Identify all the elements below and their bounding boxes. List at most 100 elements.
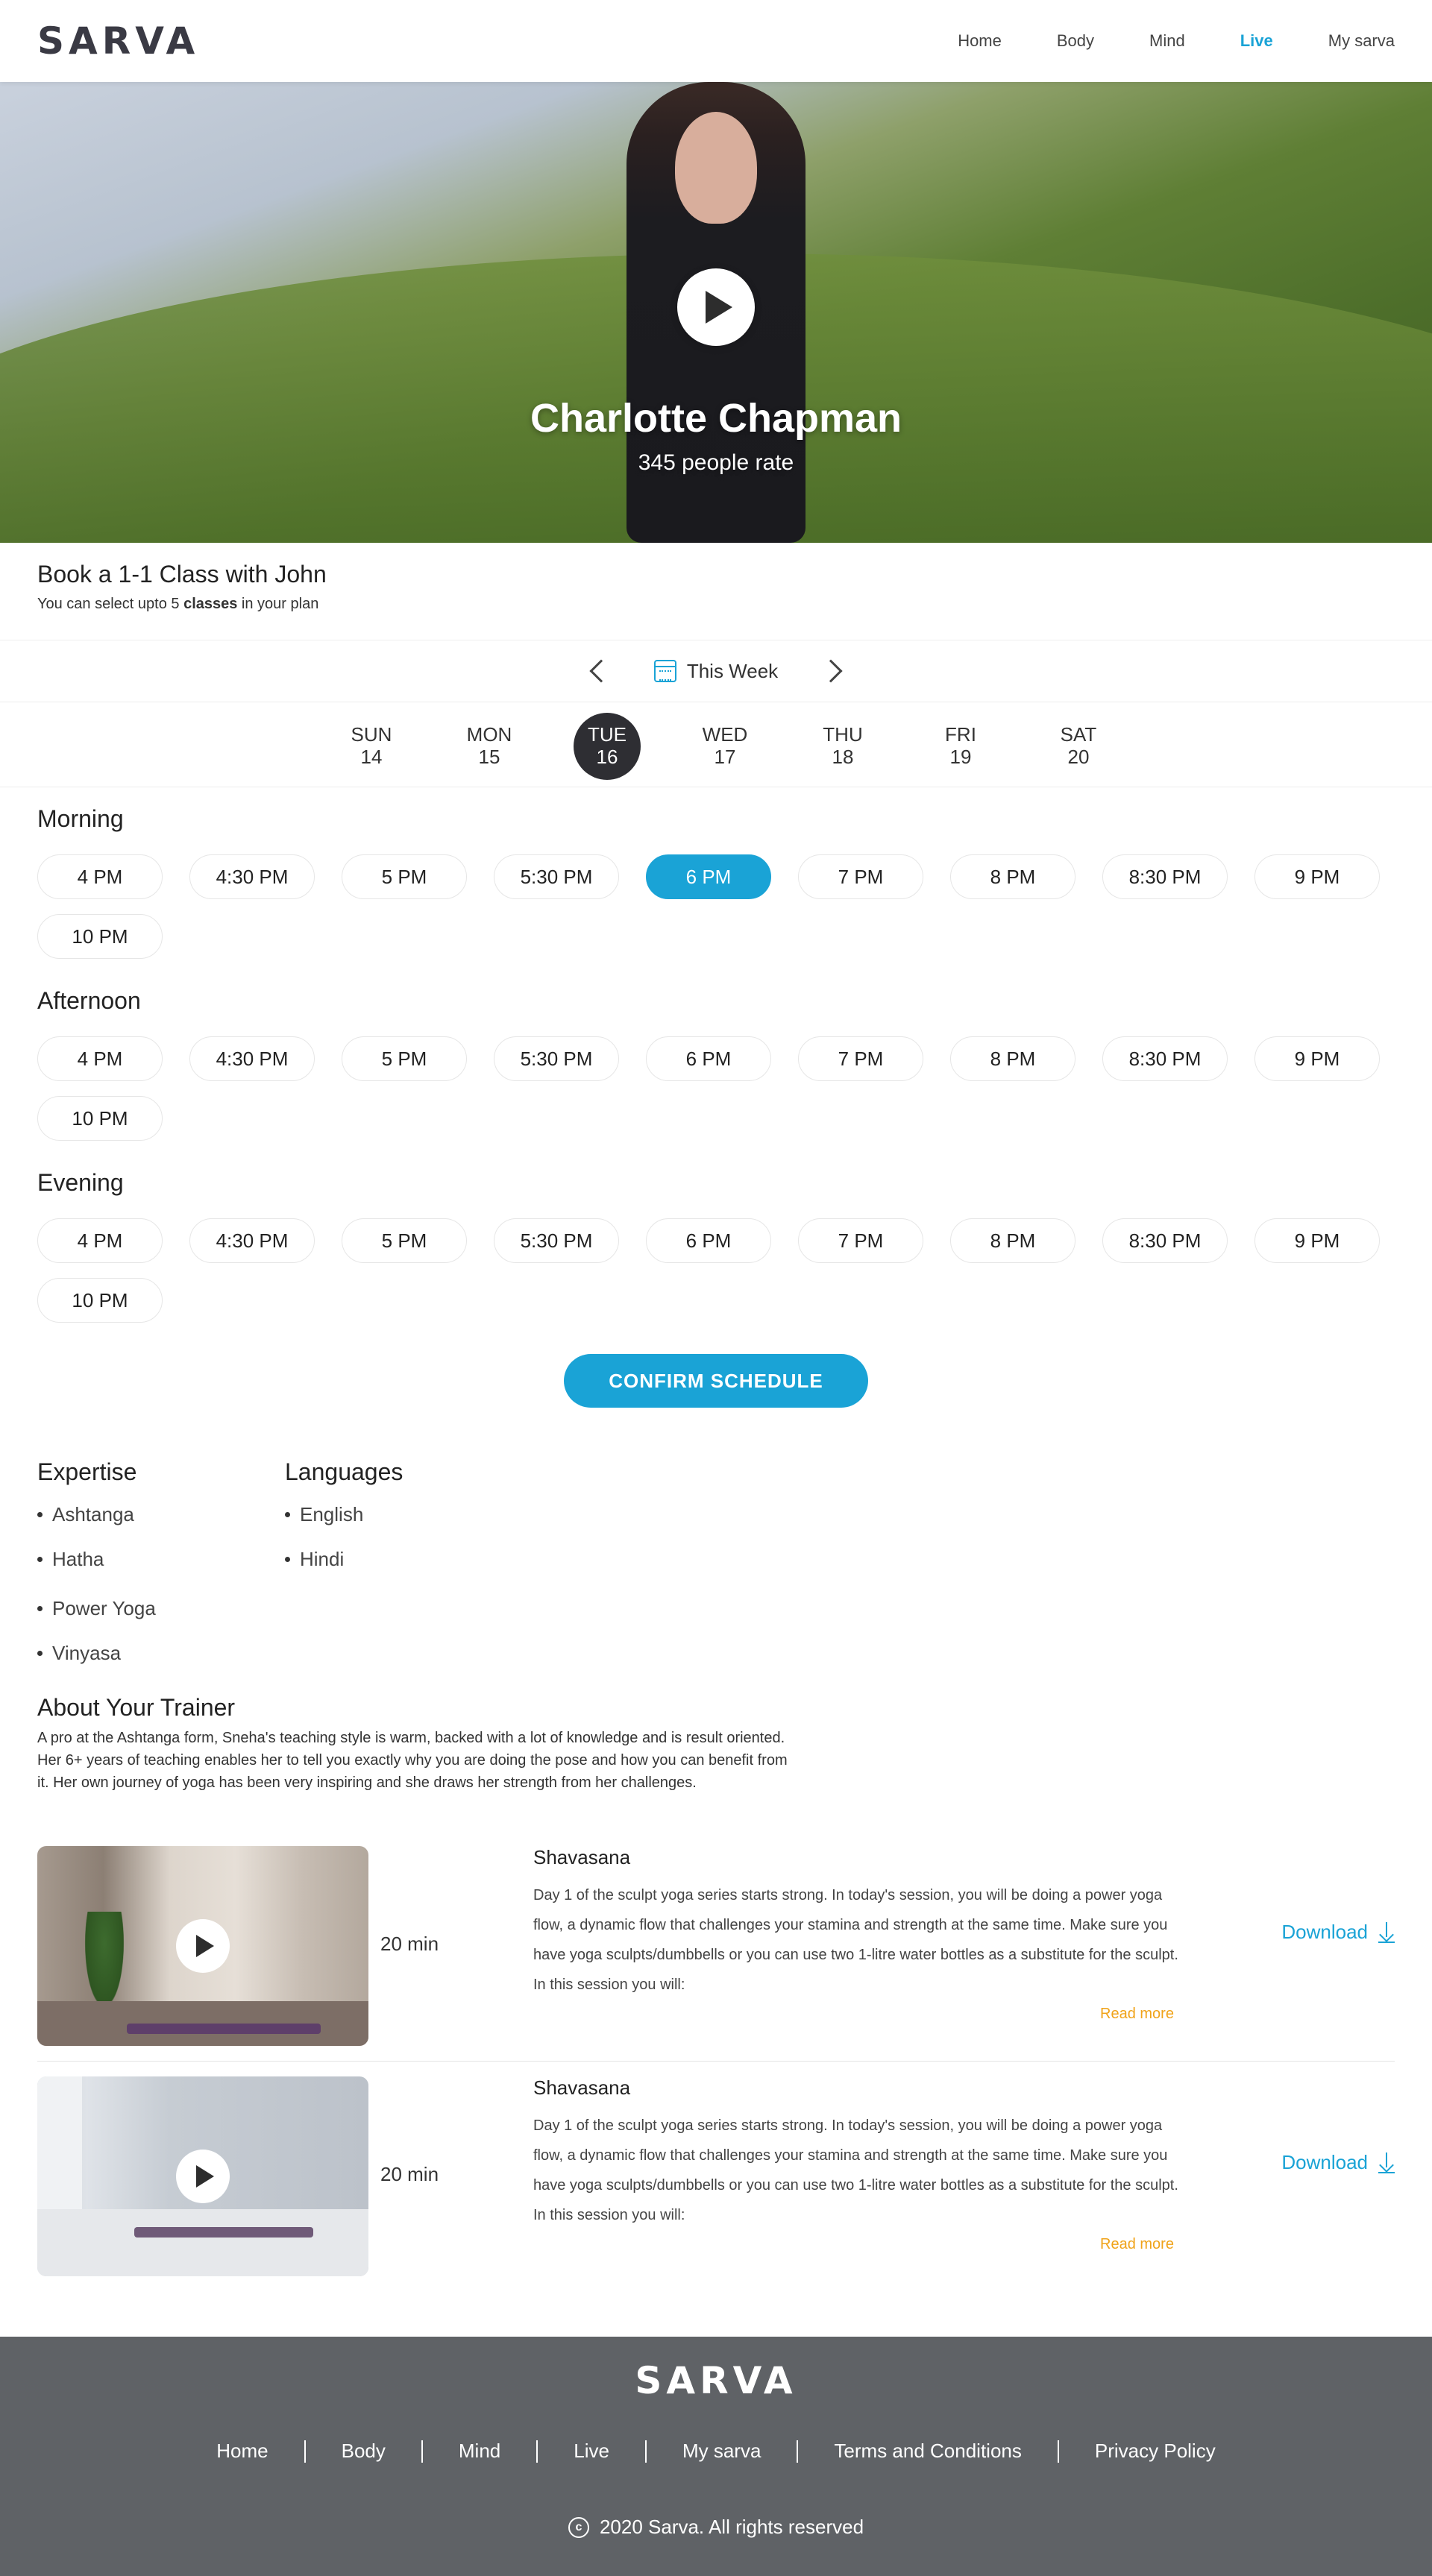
language-item: English — [285, 1503, 363, 1526]
calendar-icon — [653, 660, 676, 682]
time-slot-afternoon[interactable]: 8:30 PM — [1102, 1036, 1228, 1081]
session-thumbnail[interactable] — [37, 2076, 368, 2276]
time-slot-morning[interactable]: 6 PM — [646, 854, 771, 899]
day-thu[interactable]: THU 18 — [809, 713, 876, 780]
footer-link-privacy[interactable]: Privacy Policy — [1059, 2440, 1252, 2463]
time-slot-afternoon[interactable]: 5:30 PM — [494, 1036, 619, 1081]
thumbnail-floor — [37, 2209, 368, 2276]
time-slot-afternoon[interactable]: 4:30 PM — [189, 1036, 315, 1081]
time-slot-afternoon[interactable]: 9 PM — [1254, 1036, 1380, 1081]
week-label[interactable]: This Week — [653, 660, 778, 683]
time-slot-morning[interactable]: 4:30 PM — [189, 854, 315, 899]
language-item: Hindi — [285, 1548, 344, 1571]
time-slot-morning[interactable]: 8 PM — [950, 854, 1075, 899]
session-play-button[interactable] — [176, 2150, 230, 2203]
time-slot-morning[interactable]: 9 PM — [1254, 854, 1380, 899]
chevron-left-icon[interactable] — [589, 659, 613, 683]
session-thumbnail[interactable] — [37, 1846, 368, 2046]
time-slot-evening[interactable]: 6 PM — [646, 1218, 771, 1263]
time-slot-morning[interactable]: 4 PM — [37, 854, 163, 899]
footer-link-home[interactable]: Home — [180, 2440, 304, 2463]
nav-my-sarva[interactable]: My sarva — [1328, 31, 1395, 51]
hero-play-button[interactable] — [677, 268, 755, 346]
day-date: 17 — [714, 746, 736, 768]
about-title: About Your Trainer — [37, 1694, 236, 1721]
time-slot-evening[interactable]: 8:30 PM — [1102, 1218, 1228, 1263]
time-slot-morning[interactable]: 8:30 PM — [1102, 854, 1228, 899]
booking-subtitle-pre: You can select upto 5 — [37, 596, 184, 612]
download-label: Download — [1281, 2151, 1368, 2173]
download-button[interactable]: Download — [1281, 1921, 1395, 1944]
footer-link-terms[interactable]: Terms and Conditions — [798, 2440, 1057, 2463]
week-selector: This Week — [0, 640, 1432, 702]
main-nav: Home Body Mind Live My sarva — [958, 31, 1395, 51]
play-icon — [706, 291, 732, 324]
time-slot-evening[interactable]: 4:30 PM — [189, 1218, 315, 1263]
footer-copyright: c 2020 Sarva. All rights reserved — [0, 2516, 1432, 2539]
time-slot-afternoon[interactable]: 8 PM — [950, 1036, 1075, 1081]
slot-group-title-afternoon: Afternoon — [37, 987, 141, 1014]
time-slot-evening[interactable]: 7 PM — [798, 1218, 923, 1263]
footer-logo[interactable]: SARVA — [0, 2359, 1432, 2402]
day-date: 14 — [360, 746, 383, 768]
footer-links: Home Body Mind Live My sarva Terms and C… — [0, 2440, 1432, 2463]
day-date: 20 — [1067, 746, 1090, 768]
nav-home[interactable]: Home — [958, 31, 1002, 51]
day-mon[interactable]: MON 15 — [456, 713, 523, 780]
download-icon — [1378, 1921, 1395, 1943]
time-slot-evening[interactable]: 5 PM — [342, 1218, 467, 1263]
session-card: 20 min Shavasana Day 1 of the sculpt yog… — [37, 2076, 1395, 2278]
day-name: FRI — [945, 723, 976, 746]
nav-live[interactable]: Live — [1240, 31, 1273, 51]
day-name: TUE — [588, 723, 626, 746]
time-slot-afternoon[interactable]: 5 PM — [342, 1036, 467, 1081]
play-icon — [196, 1935, 214, 1957]
day-wed[interactable]: WED 17 — [691, 713, 759, 780]
footer-link-body[interactable]: Body — [306, 2440, 421, 2463]
read-more-link[interactable]: Read more — [1100, 2006, 1174, 2023]
time-slot-evening[interactable]: 8 PM — [950, 1218, 1075, 1263]
session-title: Shavasana — [533, 2076, 631, 2099]
time-slot-morning[interactable]: 5:30 PM — [494, 854, 619, 899]
time-slot-afternoon[interactable]: 6 PM — [646, 1036, 771, 1081]
time-slot-morning[interactable]: 10 PM — [37, 914, 163, 959]
footer-link-live[interactable]: Live — [538, 2440, 645, 2463]
booking-subtitle-bold: classes — [183, 596, 238, 612]
sarva-logo[interactable]: SARVA — [37, 19, 199, 63]
slot-group-title-morning: Morning — [37, 805, 124, 832]
nav-body[interactable]: Body — [1057, 31, 1094, 51]
day-sun[interactable]: SUN 14 — [338, 713, 405, 780]
day-name: SUN — [351, 723, 392, 746]
thumbnail-mat — [134, 2227, 313, 2238]
time-slot-evening[interactable]: 5:30 PM — [494, 1218, 619, 1263]
booking-intro: Book a 1-1 Class with John You can selec… — [37, 561, 327, 613]
time-slot-afternoon[interactable]: 7 PM — [798, 1036, 923, 1081]
nav-mind[interactable]: Mind — [1149, 31, 1185, 51]
read-more-link[interactable]: Read more — [1100, 2236, 1174, 2253]
time-slot-morning[interactable]: 5 PM — [342, 854, 467, 899]
site-footer: SARVA Home Body Mind Live My sarva Terms… — [0, 2337, 1432, 2576]
day-date: 19 — [949, 746, 972, 768]
chevron-right-icon[interactable] — [819, 659, 843, 683]
confirm-schedule-button[interactable]: CONFIRM SCHEDULE — [564, 1354, 868, 1408]
day-date: 18 — [832, 746, 854, 768]
footer-link-mind[interactable]: Mind — [423, 2440, 536, 2463]
day-fri[interactable]: FRI 19 — [927, 713, 994, 780]
session-play-button[interactable] — [176, 1919, 230, 1973]
time-slot-afternoon[interactable]: 10 PM — [37, 1096, 163, 1141]
about-text: A pro at the Ashtanga form, Sneha's teac… — [37, 1730, 788, 1791]
session-card: 20 min Shavasana Day 1 of the sculpt yog… — [37, 1846, 1395, 2047]
day-date: 16 — [596, 746, 618, 768]
download-button[interactable]: Download — [1281, 2151, 1395, 2174]
time-slot-morning[interactable]: 7 PM — [798, 854, 923, 899]
day-tue[interactable]: TUE 16 — [574, 713, 641, 780]
time-slot-evening[interactable]: 10 PM — [37, 1278, 163, 1323]
time-slot-evening[interactable]: 9 PM — [1254, 1218, 1380, 1263]
footer-link-my-sarva[interactable]: My sarva — [647, 2440, 797, 2463]
day-date: 15 — [478, 746, 500, 768]
time-slot-evening[interactable]: 4 PM — [37, 1218, 163, 1263]
day-name: THU — [823, 723, 863, 746]
day-sat[interactable]: SAT 20 — [1045, 713, 1112, 780]
time-slot-afternoon[interactable]: 4 PM — [37, 1036, 163, 1081]
day-selector: SUN 14 MON 15 TUE 16 WED 17 THU 18 FRI 19 SAT 2… — [0, 704, 1432, 787]
